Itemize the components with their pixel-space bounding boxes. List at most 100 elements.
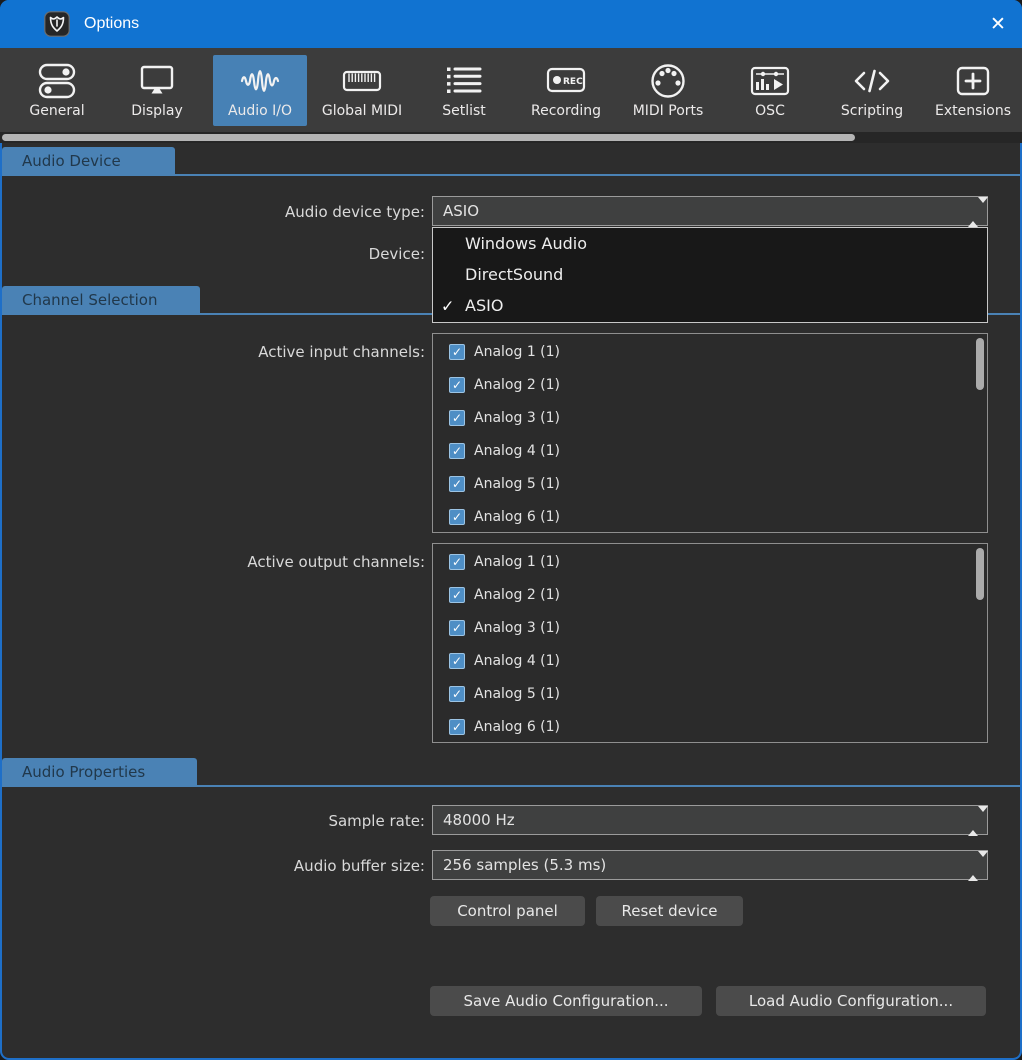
checkbox[interactable]: ✓ bbox=[449, 443, 465, 459]
checkbox[interactable]: ✓ bbox=[449, 719, 465, 735]
close-button[interactable]: ✕ bbox=[974, 0, 1022, 48]
checkbox[interactable]: ✓ bbox=[449, 344, 465, 360]
section-header-audio-properties: Audio Properties bbox=[2, 758, 197, 785]
tab-label: MIDI Ports bbox=[633, 103, 704, 119]
section-title: Audio Properties bbox=[22, 763, 145, 781]
channel-label: Analog 6 (1) bbox=[474, 719, 560, 735]
tab-recording[interactable]: REC Recording bbox=[519, 55, 613, 126]
active-input-channels-label: Active input channels: bbox=[0, 343, 425, 361]
audio-device-type-combo[interactable]: ASIO bbox=[432, 196, 988, 226]
horizontal-scrollbar-thumb[interactable] bbox=[2, 134, 855, 141]
channel-row[interactable]: ✓ Analog 1 (1) bbox=[449, 550, 560, 574]
checkbox[interactable]: ✓ bbox=[449, 587, 465, 603]
channel-row[interactable]: ✓ Analog 3 (1) bbox=[449, 406, 560, 430]
tab-label: Display bbox=[131, 103, 183, 119]
option-label: Windows Audio bbox=[465, 234, 587, 253]
channel-label: Analog 4 (1) bbox=[474, 653, 560, 669]
option-label: ASIO bbox=[465, 296, 503, 315]
title-bar: Options ✕ bbox=[0, 0, 1022, 48]
record-icon: REC bbox=[543, 61, 589, 101]
tab-scripting[interactable]: Scripting bbox=[825, 55, 919, 126]
section-title: Audio Device bbox=[22, 152, 121, 170]
channel-row[interactable]: ✓ Analog 5 (1) bbox=[449, 472, 560, 496]
options-toolbar: General Display Audio I/O bbox=[0, 48, 1022, 132]
vertical-scrollbar-thumb[interactable] bbox=[976, 548, 984, 600]
tab-label: OSC bbox=[755, 103, 785, 119]
checkbox[interactable]: ✓ bbox=[449, 686, 465, 702]
load-audio-configuration-button[interactable]: Load Audio Configuration... bbox=[716, 986, 986, 1016]
button-label: Reset device bbox=[622, 902, 718, 920]
gig-performer-logo-icon bbox=[44, 11, 70, 37]
dropdown-option-asio[interactable]: ✓ ASIO bbox=[433, 290, 987, 321]
check-icon: ✓ bbox=[452, 721, 462, 733]
tab-label: Scripting bbox=[841, 103, 903, 119]
channel-row[interactable]: ✓ Analog 4 (1) bbox=[449, 649, 560, 673]
channel-row[interactable]: ✓ Analog 3 (1) bbox=[449, 616, 560, 640]
spinner-arrows-icon bbox=[968, 203, 978, 219]
tab-global-midi[interactable]: Global MIDI bbox=[315, 55, 409, 126]
tab-audio-io[interactable]: Audio I/O bbox=[213, 55, 307, 126]
combo-value: 256 samples (5.3 ms) bbox=[443, 856, 606, 874]
active-output-channels-label: Active output channels: bbox=[0, 553, 425, 571]
section-underline bbox=[2, 785, 1020, 787]
channel-row[interactable]: ✓ Analog 6 (1) bbox=[449, 505, 560, 529]
channel-row[interactable]: ✓ Analog 5 (1) bbox=[449, 682, 560, 706]
check-icon: ✓ bbox=[452, 688, 462, 700]
toggles-icon bbox=[34, 61, 80, 101]
sample-rate-combo[interactable]: 48000 Hz bbox=[432, 805, 988, 835]
audio-buffer-size-combo[interactable]: 256 samples (5.3 ms) bbox=[432, 850, 988, 880]
check-icon: ✓ bbox=[452, 556, 462, 568]
sample-rate-label: Sample rate: bbox=[0, 812, 425, 830]
monitor-icon bbox=[134, 61, 180, 101]
channel-label: Analog 3 (1) bbox=[474, 620, 560, 636]
channel-label: Analog 1 (1) bbox=[474, 344, 560, 360]
button-label: Control panel bbox=[457, 902, 558, 920]
channel-label: Analog 6 (1) bbox=[474, 509, 560, 525]
audio-device-type-dropdown-menu: Windows Audio DirectSound ✓ ASIO bbox=[432, 227, 988, 323]
plus-icon bbox=[950, 61, 996, 101]
tab-setlist[interactable]: Setlist bbox=[417, 55, 511, 126]
tab-label: General bbox=[29, 103, 84, 119]
input-channels-list: ✓ Analog 1 (1) ✓ Analog 2 (1) ✓ Analog 3… bbox=[432, 333, 988, 533]
reset-device-button[interactable]: Reset device bbox=[596, 896, 743, 926]
tab-label: Recording bbox=[531, 103, 601, 119]
tab-osc[interactable]: OSC bbox=[723, 55, 817, 126]
option-label: DirectSound bbox=[465, 265, 563, 284]
channel-row[interactable]: ✓ Analog 2 (1) bbox=[449, 583, 560, 607]
check-icon: ✓ bbox=[452, 346, 462, 358]
section-header-audio-device: Audio Device bbox=[2, 147, 175, 174]
vertical-scrollbar-thumb[interactable] bbox=[976, 338, 984, 390]
check-icon: ✓ bbox=[452, 511, 462, 523]
checkbox[interactable]: ✓ bbox=[449, 410, 465, 426]
channel-row[interactable]: ✓ Analog 2 (1) bbox=[449, 373, 560, 397]
dropdown-option-directsound[interactable]: DirectSound bbox=[433, 259, 987, 290]
tab-extensions[interactable]: Extensions bbox=[926, 55, 1020, 126]
button-label: Load Audio Configuration... bbox=[749, 992, 953, 1010]
tab-midi-ports[interactable]: MIDI Ports bbox=[621, 55, 715, 126]
control-panel-button[interactable]: Control panel bbox=[430, 896, 585, 926]
channel-row[interactable]: ✓ Analog 1 (1) bbox=[449, 340, 560, 364]
save-audio-configuration-button[interactable]: Save Audio Configuration... bbox=[430, 986, 702, 1016]
channel-label: Analog 2 (1) bbox=[474, 587, 560, 603]
checkbox[interactable]: ✓ bbox=[449, 509, 465, 525]
checkbox[interactable]: ✓ bbox=[449, 476, 465, 492]
dropdown-option-windows-audio[interactable]: Windows Audio bbox=[433, 228, 987, 259]
checkbox[interactable]: ✓ bbox=[449, 620, 465, 636]
channel-label: Analog 4 (1) bbox=[474, 443, 560, 459]
checkbox[interactable]: ✓ bbox=[449, 653, 465, 669]
channel-row[interactable]: ✓ Analog 4 (1) bbox=[449, 439, 560, 463]
channel-row[interactable]: ✓ Analog 6 (1) bbox=[449, 715, 560, 739]
check-icon: ✓ bbox=[452, 589, 462, 601]
code-icon bbox=[849, 61, 895, 101]
checkbox[interactable]: ✓ bbox=[449, 554, 465, 570]
tab-display[interactable]: Display bbox=[110, 55, 204, 126]
checkbox[interactable]: ✓ bbox=[449, 377, 465, 393]
svg-text:REC: REC bbox=[563, 77, 583, 87]
checkmark-icon: ✓ bbox=[441, 296, 454, 315]
button-label: Save Audio Configuration... bbox=[463, 992, 668, 1010]
tab-general[interactable]: General bbox=[10, 55, 104, 126]
channel-label: Analog 2 (1) bbox=[474, 377, 560, 393]
tab-label: Setlist bbox=[442, 103, 486, 119]
tab-label: Extensions bbox=[935, 103, 1011, 119]
spinner-arrows-icon bbox=[968, 812, 978, 828]
